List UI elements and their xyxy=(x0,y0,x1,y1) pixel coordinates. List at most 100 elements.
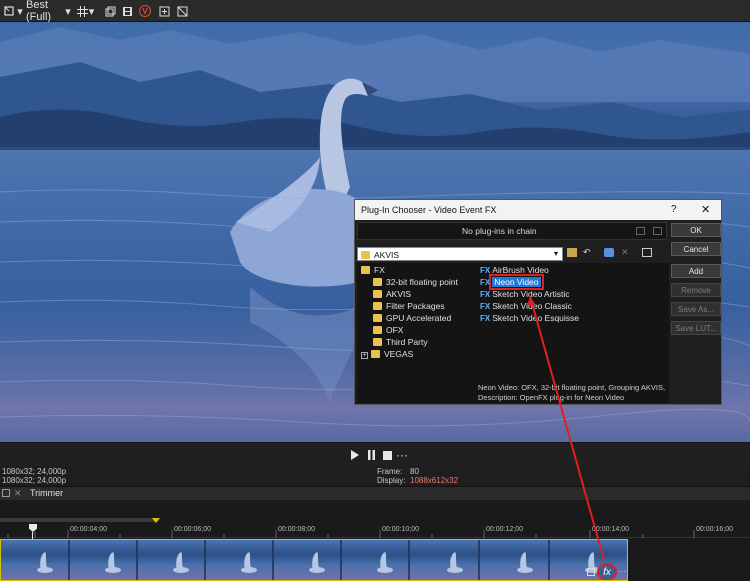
save-as-button[interactable]: Save As... xyxy=(671,302,721,316)
settings-icon[interactable] xyxy=(158,3,170,19)
plugin-label: Sketch Video Classic xyxy=(492,301,572,311)
tree-item-label: 32-bit floating point xyxy=(386,277,458,287)
play-icon[interactable] xyxy=(347,448,361,462)
dropdown-arrow-icon: ▾ xyxy=(554,249,559,258)
display-label: Display: xyxy=(377,476,406,485)
plugin-sketch-classic[interactable]: FX Sketch Video Classic xyxy=(480,301,572,311)
ruler-time-3: 00:00:08;00 xyxy=(278,526,315,533)
plugin-label: Sketch Video Artistic xyxy=(492,289,570,299)
ruler-time-6: 00:00:14;00 xyxy=(592,526,629,533)
video-clip[interactable]: fx ··· xyxy=(0,539,628,581)
event-fx-button[interactable]: fx xyxy=(597,563,617,580)
vegas-logo-icon[interactable]: V xyxy=(138,3,152,19)
pause-icon[interactable] xyxy=(364,448,378,462)
dialog-title: Plug-In Chooser - Video Event FX xyxy=(361,205,497,215)
fx-plugin-icon: FX xyxy=(480,314,491,323)
tree-item-label: OFX xyxy=(386,325,404,335)
quality-label: Best (Full) xyxy=(26,0,52,23)
folder-icon xyxy=(373,277,382,286)
tree-root-fx[interactable]: FX xyxy=(361,265,385,275)
chain-move-left-icon[interactable] xyxy=(636,227,645,235)
transport-bar: ··· xyxy=(0,442,750,466)
save-snapshot-icon[interactable] xyxy=(121,3,133,19)
overlays-icon[interactable] xyxy=(176,3,188,19)
tree-item-third-party[interactable]: Third Party xyxy=(373,337,428,347)
crop-icon[interactable] xyxy=(587,568,595,576)
save-lut-button[interactable]: Save LUT... xyxy=(671,321,721,335)
plugin-sketch-artistic[interactable]: FX Sketch Video Artistic xyxy=(480,289,570,299)
grid-icon[interactable] xyxy=(76,3,88,19)
new-folder-icon[interactable] xyxy=(567,248,577,257)
folder-icon xyxy=(373,313,382,322)
frame-label: Frame: xyxy=(377,467,403,476)
ok-button[interactable]: OK xyxy=(671,223,721,237)
quality-arrow-icon[interactable]: ▾ xyxy=(64,3,72,19)
expand-icon[interactable]: + xyxy=(361,352,368,359)
plugin-sketch-esquisse[interactable]: FX Sketch Video Esquisse xyxy=(480,313,579,323)
dropdown-value: AKVIS xyxy=(374,250,400,260)
plugin-neon-video[interactable]: FX Neon Video xyxy=(480,274,544,290)
ruler-time-2: 00:00:06;00 xyxy=(174,526,211,533)
help-button[interactable]: ? xyxy=(671,204,677,215)
fx-plugin-icon: FX xyxy=(480,302,491,311)
chain-text: No plug-ins in chain xyxy=(462,226,537,236)
view-mode-icon[interactable] xyxy=(642,248,652,257)
display-value: 1088x612x32 xyxy=(410,476,459,485)
time-ruler[interactable]: 00:00:04;00 00:00:06;00 00:00:08;00 00:0… xyxy=(0,526,750,538)
tree-item-label: Filter Packages xyxy=(386,301,445,311)
quality-dropdown[interactable]: Best (Full) xyxy=(26,0,64,23)
frame-value: 80 xyxy=(410,467,419,476)
tree-item-akvis[interactable]: AKVIS xyxy=(373,289,411,299)
cancel-button[interactable]: Cancel xyxy=(671,242,721,256)
fx-plugin-icon: FX xyxy=(480,266,491,275)
preview-menu-arrow-icon[interactable]: ▾ xyxy=(16,3,24,19)
tree-item-32bit[interactable]: 32-bit floating point xyxy=(373,277,458,287)
undo-icon[interactable]: ↶ xyxy=(583,247,591,258)
folder-dropdown[interactable]: AKVIS ▾ xyxy=(357,247,563,261)
remove-button[interactable]: Remove xyxy=(671,283,721,297)
close-button[interactable]: ✕ xyxy=(701,203,710,216)
plugin-label: AirBrush Video xyxy=(492,265,549,275)
trimmer-tab[interactable]: Trimmer xyxy=(30,488,63,498)
plugin-browser: FX 32-bit floating point AKVIS Filter Pa… xyxy=(357,263,669,403)
clip-more-button[interactable]: ··· xyxy=(618,567,626,576)
transport-more-button[interactable]: ··· xyxy=(395,448,409,462)
tree-item-label: VEGAS xyxy=(384,349,414,359)
out-point-marker[interactable] xyxy=(152,518,160,523)
copy-snapshot-icon[interactable] xyxy=(104,3,116,19)
plugin-chooser-dialog: Plug-In Chooser - Video Event FX ? ✕ No … xyxy=(354,199,722,405)
event-fx-label: fx xyxy=(603,566,611,578)
folder-icon xyxy=(373,289,382,298)
plugin-description-line1: Neon Video: OFX, 32-bit floating point, … xyxy=(478,383,666,392)
project-info: 1080x32; 24,000p xyxy=(2,467,67,476)
folder-icon xyxy=(373,337,382,346)
grid-arrow-icon[interactable]: ▾ xyxy=(88,3,95,19)
folder-icon xyxy=(373,325,382,334)
fx-plugin-icon: FX xyxy=(480,290,491,299)
tree-item-gpu[interactable]: GPU Accelerated xyxy=(373,313,451,323)
delete-icon[interactable]: ✕ xyxy=(621,247,629,258)
chain-bar: No plug-ins in chain xyxy=(357,222,667,240)
plugin-airbrush[interactable]: FX AirBrush Video xyxy=(480,265,549,275)
plugin-folder-icon[interactable] xyxy=(604,248,614,257)
folder-icon xyxy=(361,265,370,274)
trim-selection-bar[interactable] xyxy=(0,518,157,522)
tree-item-filter-packages[interactable]: Filter Packages xyxy=(373,301,445,311)
ruler-time-7: 00:00:16;00 xyxy=(696,526,733,533)
preview-menu-icon[interactable] xyxy=(3,3,15,19)
tree-item-ofx[interactable]: OFX xyxy=(373,325,403,335)
tree-item-label: AKVIS xyxy=(386,289,412,299)
tree-item-label: GPU Accelerated xyxy=(386,313,452,323)
dialog-titlebar[interactable]: Plug-In Chooser - Video Event FX ? ✕ xyxy=(355,200,721,220)
stop-icon[interactable] xyxy=(380,448,394,462)
tree-item-vegas[interactable]: + VEGAS xyxy=(361,349,413,359)
plugin-description-line2: Description: OpenFX plug-in for Neon Vid… xyxy=(478,393,625,402)
chain-move-right-icon[interactable] xyxy=(653,227,662,235)
folder-icon xyxy=(373,301,382,310)
trimmer-window-icon[interactable] xyxy=(2,489,10,497)
tree-item-label: Third Party xyxy=(386,337,428,347)
add-button[interactable]: Add xyxy=(671,264,721,278)
dropdown-folder-icon xyxy=(361,251,370,259)
ruler-time-1: 00:00:04;00 xyxy=(70,526,107,533)
trimmer-close-icon[interactable]: ✕ xyxy=(14,488,22,499)
